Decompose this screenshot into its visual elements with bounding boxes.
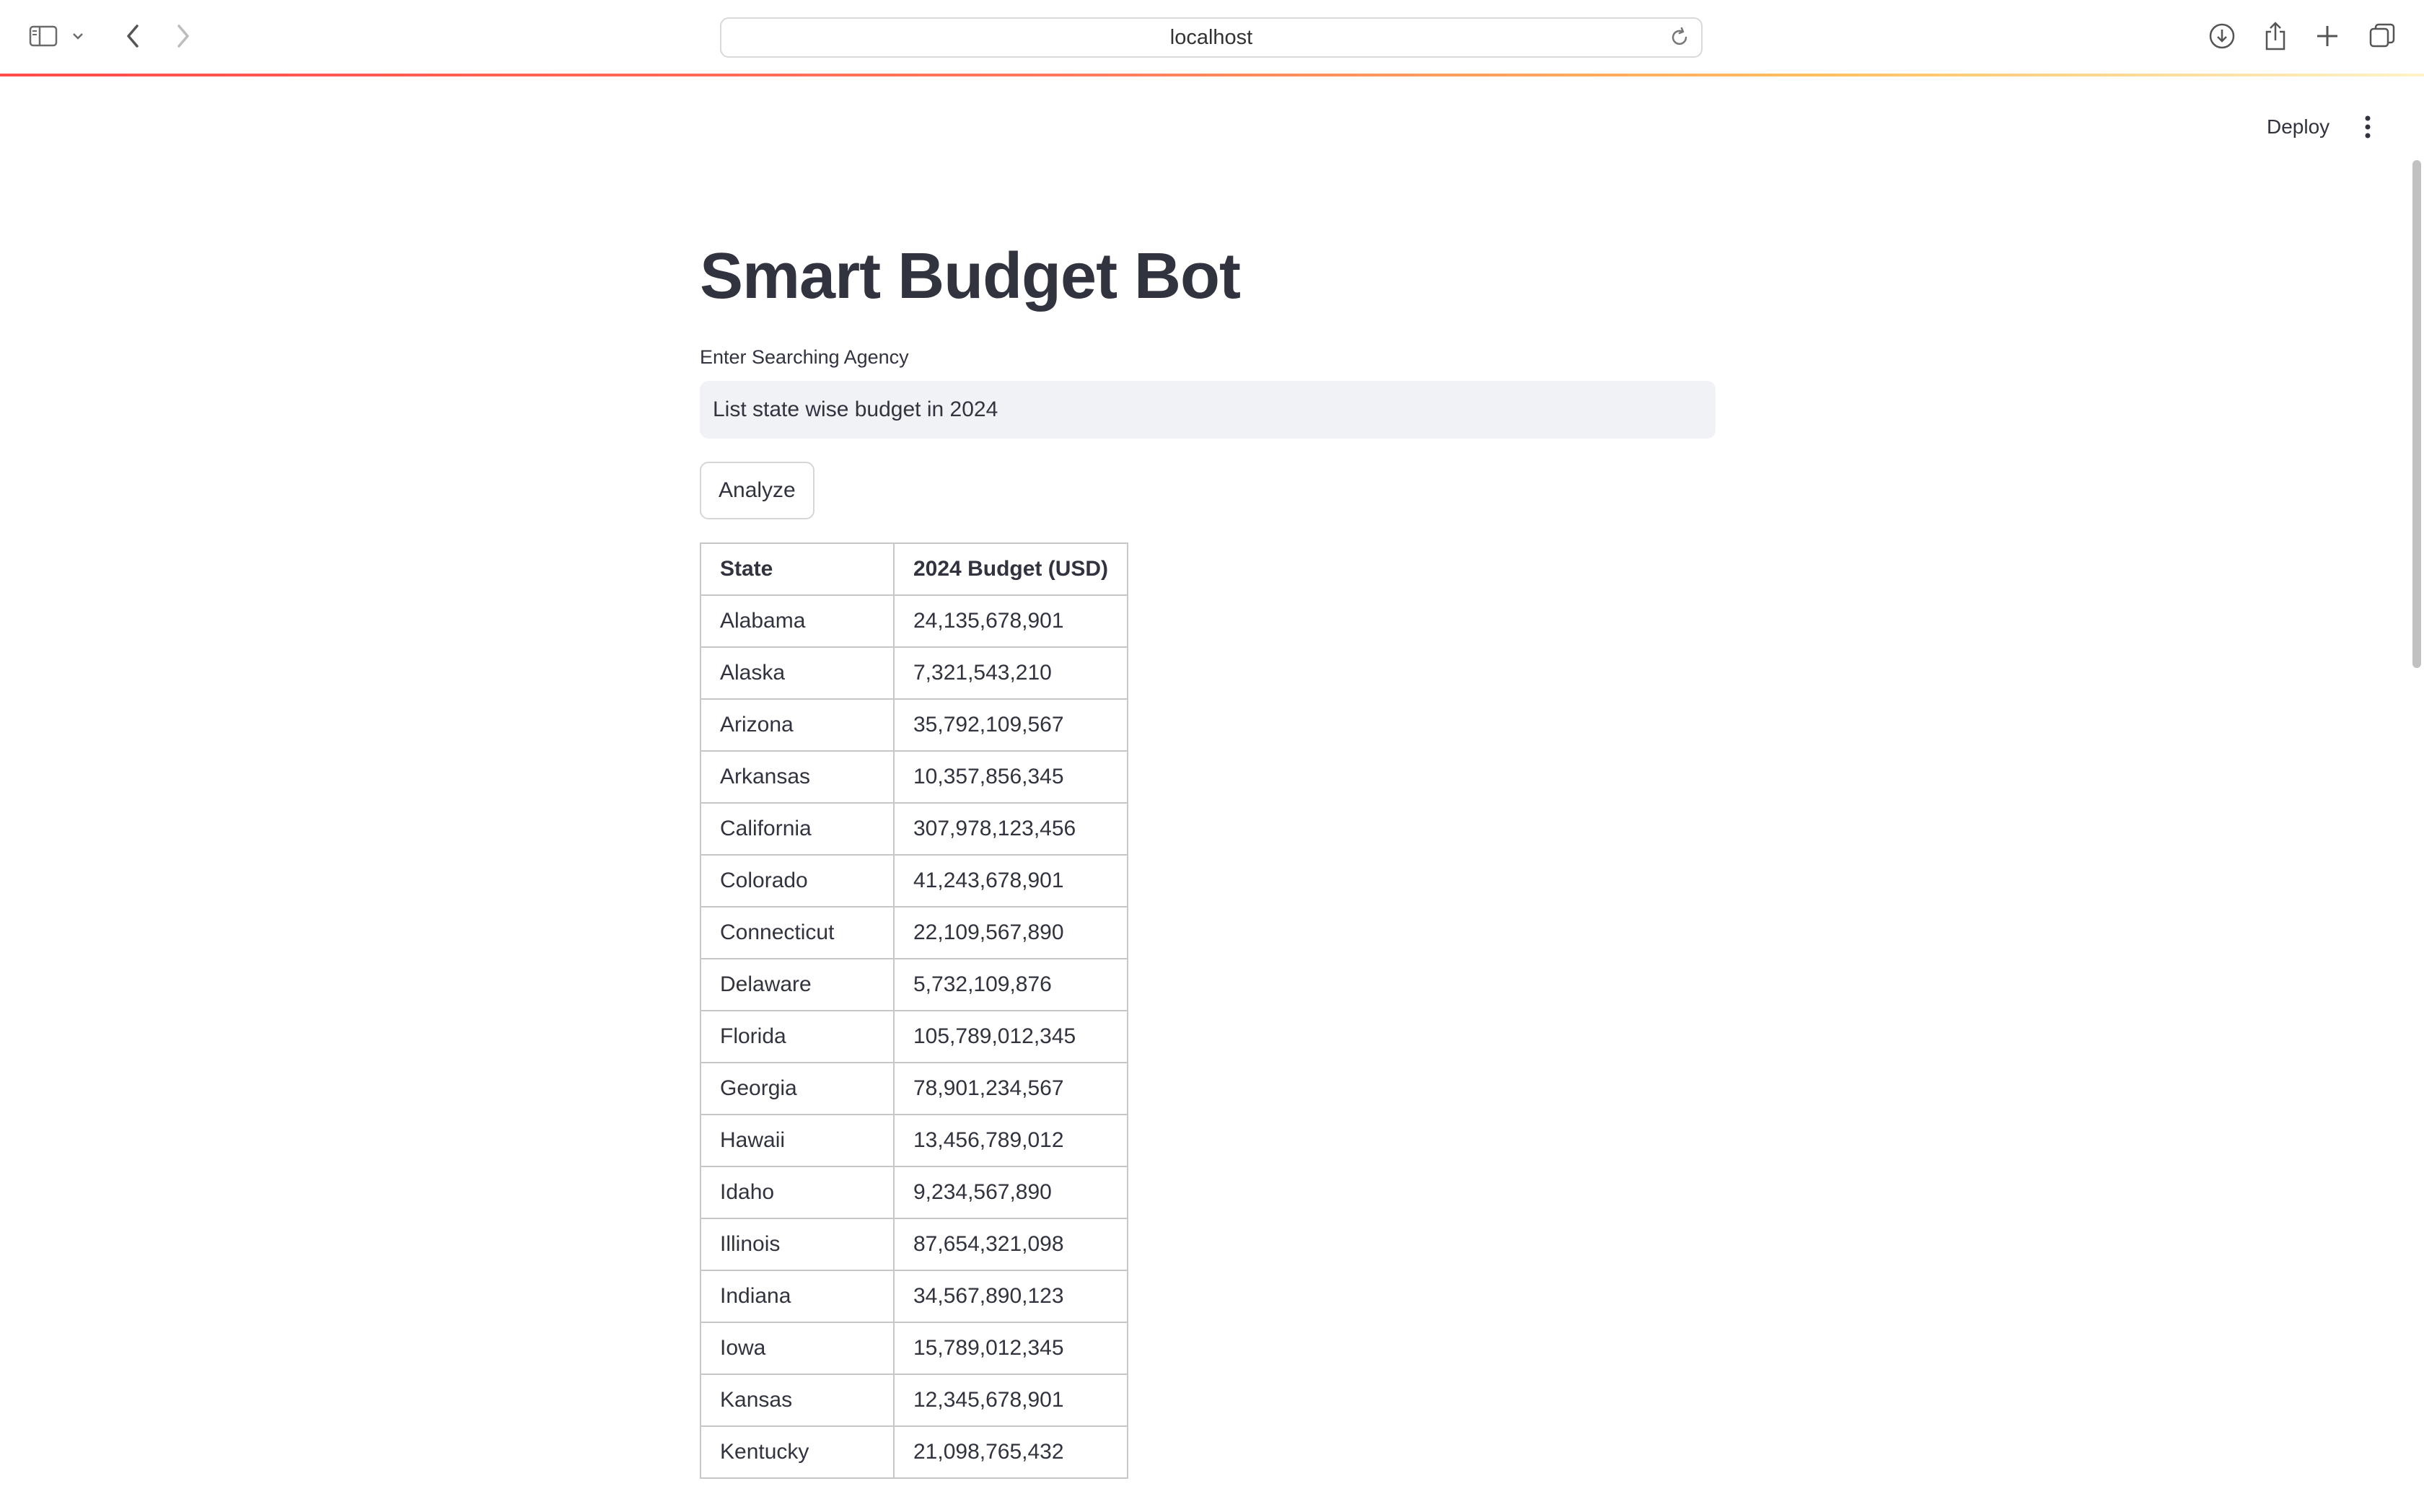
more-vertical-icon[interactable] [2353,110,2382,144]
back-icon[interactable] [115,19,150,53]
budget-cell: 35,792,109,567 [892,698,1129,752]
table-row: Kansas 12,345,678,901 [700,1373,1129,1427]
sidebar-icon[interactable] [26,19,61,53]
table-header-row: State 2024 Budget (USD) [700,542,1129,596]
browser-toolbar: localhost [0,0,2424,74]
state-cell: Iowa [700,1322,895,1375]
table-row: Alabama 24,135,678,901 [700,594,1129,648]
page-title: Smart Budget Bot [700,240,1241,312]
state-cell: Illinois [700,1218,895,1271]
reload-icon[interactable] [1668,26,1691,49]
budget-cell: 13,456,789,012 [892,1114,1129,1167]
search-input-label: Enter Searching Agency [700,346,909,368]
analyze-button[interactable]: Analyze [700,462,814,519]
state-cell: California [700,802,895,856]
budget-cell: 12,345,678,901 [892,1373,1129,1427]
budget-cell: 15,789,012,345 [892,1322,1129,1375]
state-cell: Florida [700,1010,895,1063]
table-row: Indiana 34,567,890,123 [700,1270,1129,1323]
column-header-state: State [700,542,895,596]
address-bar[interactable]: localhost [720,17,1703,58]
budget-cell: 87,654,321,098 [892,1218,1129,1271]
column-header-budget: 2024 Budget (USD) [892,542,1129,596]
table-row: Colorado 41,243,678,901 [700,854,1129,907]
budget-cell: 105,789,012,345 [892,1010,1129,1063]
scrollbar[interactable] [2412,160,2421,668]
search-input[interactable] [700,381,1716,439]
state-cell: Delaware [700,958,895,1011]
deploy-button[interactable]: Deploy [2254,108,2342,146]
table-row: Iowa 15,789,012,345 [700,1322,1129,1375]
state-cell: Hawaii [700,1114,895,1167]
table-row: Idaho 9,234,567,890 [700,1166,1129,1219]
loading-bar [0,74,2424,76]
budget-cell: 10,357,856,345 [892,750,1129,804]
state-cell: Alabama [700,594,895,648]
forward-icon[interactable] [166,19,201,53]
budget-cell: 21,098,765,432 [892,1425,1129,1479]
budget-cell: 41,243,678,901 [892,854,1129,907]
budget-cell: 5,732,109,876 [892,958,1129,1011]
budget-cell: 307,978,123,456 [892,802,1129,856]
table-row: Florida 105,789,012,345 [700,1010,1129,1063]
table-row: Arizona 35,792,109,567 [700,698,1129,752]
url-text: localhost [1169,25,1253,49]
state-cell: Idaho [700,1166,895,1219]
table-row: California 307,978,123,456 [700,802,1129,856]
table-row: Kentucky 21,098,765,432 [700,1425,1129,1479]
tabs-overview-icon[interactable] [2365,19,2399,53]
state-cell: Arizona [700,698,895,752]
state-cell: Kansas [700,1373,895,1427]
table-row: Connecticut 22,109,567,890 [700,906,1129,959]
budget-cell: 78,901,234,567 [892,1062,1129,1115]
budget-cell: 9,234,567,890 [892,1166,1129,1219]
state-cell: Arkansas [700,750,895,804]
state-cell: Colorado [700,854,895,907]
share-icon[interactable] [2258,19,2293,53]
budget-cell: 34,567,890,123 [892,1270,1129,1323]
state-cell: Kentucky [700,1425,895,1479]
table-row: Georgia 78,901,234,567 [700,1062,1129,1115]
state-cell: Georgia [700,1062,895,1115]
table-row: Alaska 7,321,543,210 [700,646,1129,700]
state-cell: Alaska [700,646,895,700]
download-icon[interactable] [2205,19,2239,53]
table-row: Arkansas 10,357,856,345 [700,750,1129,804]
table-row: Hawaii 13,456,789,012 [700,1114,1129,1167]
budget-cell: 22,109,567,890 [892,906,1129,959]
chevron-down-icon[interactable] [66,19,89,53]
budget-cell: 7,321,543,210 [892,646,1129,700]
new-tab-icon[interactable] [2310,19,2345,53]
table-row: Illinois 87,654,321,098 [700,1218,1129,1271]
state-cell: Indiana [700,1270,895,1323]
state-cell: Connecticut [700,906,895,959]
budget-table: State 2024 Budget (USD) Alabama 24,135,67… [700,542,1129,1479]
budget-cell: 24,135,678,901 [892,594,1129,648]
table-row: Delaware 5,732,109,876 [700,958,1129,1011]
